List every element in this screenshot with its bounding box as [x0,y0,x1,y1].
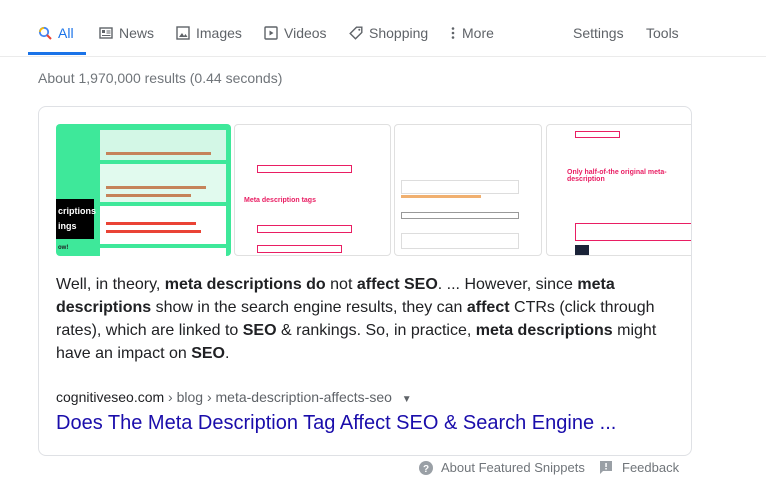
tab-label: All [58,25,74,41]
help-icon: ? [419,460,433,475]
tools-link[interactable]: Tools [646,25,679,41]
snippet-text: Well, in theory, meta descriptions do no… [56,273,676,365]
thumbnail-annotation: Only half-of-the original meta-descripti… [567,169,667,183]
result-path: › blog › meta-description-affects-seo [164,389,392,405]
video-icon [264,26,278,40]
thumbnail-image[interactable]: Only half-of-the original meta-descripti… [546,124,691,256]
tab-images[interactable]: Images [176,25,242,41]
snippet-text-segment: show in the search engine results, they … [151,299,467,316]
tab-label: More [462,25,494,41]
tab-label: Images [196,25,242,41]
result-title-link[interactable]: Does The Meta Description Tag Affect SEO… [56,412,616,435]
caret-down-icon[interactable]: ▼ [402,394,412,405]
snippet-text-segment: . ... However, since [437,276,578,293]
thumbnail-annotation: Meta description tags [244,197,316,204]
snippet-bold-term: meta descriptions do [164,276,326,293]
thumbnail-image[interactable] [394,124,542,256]
snippet-text-segment: not [325,276,357,293]
snippet-bold-term: SEO [191,345,225,362]
tag-icon [349,26,363,40]
result-domain: cognitiveseo.com [56,389,165,405]
tab-shopping[interactable]: Shopping [349,25,428,41]
tab-more[interactable]: More [450,25,494,41]
tools-label: Tools [646,25,679,41]
snippet-bold-term: affect [466,299,510,316]
tab-videos[interactable]: Videos [264,25,327,41]
thumbnail-caption: ow! [58,245,69,251]
feedback-icon [600,461,612,474]
thumbnail-image[interactable]: criptions ings ow! [56,124,231,256]
settings-link[interactable]: Settings [573,25,624,41]
about-label: About Featured Snippets [441,460,585,475]
snippet-text-segment: . [225,345,230,362]
svg-text:?: ? [423,464,429,475]
feedback-link[interactable]: Feedback [600,460,679,475]
result-stats: About 1,970,000 results (0.44 seconds) [38,70,283,86]
feedback-label: Feedback [622,460,680,475]
image-icon [176,26,190,40]
snippet-bold-term: affect SEO [356,276,438,293]
image-carousel: criptions ings ow! Meta description tags… [56,124,691,257]
news-icon [99,27,113,39]
active-tab-indicator [28,52,86,55]
snippet-text-segment: & rankings. So, in practice, [276,322,476,339]
snippet-bold-term: meta descriptions [475,322,613,339]
tab-label: Videos [284,25,327,41]
thumbnail-caption: ings [58,221,77,231]
tab-news[interactable]: News [99,25,154,41]
snippet-text-segment: Well, in theory, [56,276,165,293]
result-breadcrumb: cognitiveseo.com › blog › meta-descripti… [56,389,412,405]
snippet-bold-term: SEO [242,322,277,339]
about-featured-snippets-link[interactable]: ? About Featured Snippets [419,460,585,475]
tab-label: News [119,25,155,41]
search-icon [38,26,52,40]
tab-label: Shopping [369,25,429,41]
thumbnail-image[interactable]: Meta description tags [234,124,391,256]
settings-label: Settings [573,25,624,41]
tab-all[interactable]: All [38,25,74,41]
more-vert-icon [451,27,455,39]
search-tabs: All News Images Videos Shopping More Set… [0,0,766,57]
featured-snippet: criptions ings ow! Meta description tags… [38,106,692,456]
thumbnail-caption: criptions [58,206,97,216]
